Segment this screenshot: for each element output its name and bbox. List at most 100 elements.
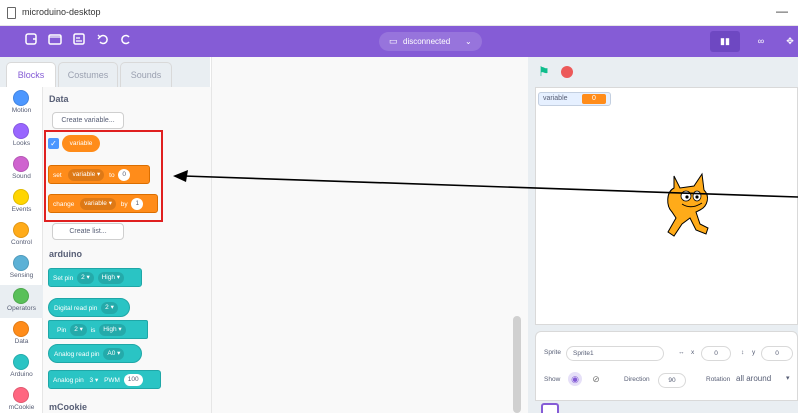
category-color-dot: [13, 255, 29, 271]
set-pin-dropdown[interactable]: 2 ▾: [77, 272, 94, 285]
category-sound[interactable]: Sound: [0, 153, 43, 186]
open-folder-icon[interactable]: [46, 32, 64, 50]
tab-sounds[interactable]: Sounds: [120, 62, 172, 87]
digital-read-label: Digital read pin: [54, 305, 98, 312]
cat-sprite[interactable]: [664, 172, 716, 238]
undo-icon[interactable]: [94, 32, 112, 50]
mcookie-section-title: mCookie: [49, 402, 88, 412]
pin-is-block[interactable]: Pin 2 ▾ is High ▾: [48, 320, 148, 339]
title-bar: microduino-desktop —: [0, 0, 798, 26]
data-section-title: Data: [49, 94, 69, 104]
create-list-button[interactable]: Create list...: [52, 223, 124, 240]
blocks-mode-button[interactable]: ▮▮: [710, 31, 740, 52]
direction-label: Direction: [624, 376, 650, 383]
green-flag-icon[interactable]: ⚑: [538, 64, 550, 80]
analog-pin-value-input[interactable]: 100: [123, 374, 143, 387]
script-area-scrollbar[interactable]: [513, 316, 521, 413]
device-icon: ▭: [389, 36, 398, 46]
y-input[interactable]: 0: [761, 346, 793, 361]
analog-pin-label: Analog pin: [53, 377, 84, 384]
category-mcookie[interactable]: mCookie: [0, 384, 43, 413]
pin-is-number: 2: [74, 326, 78, 334]
category-label: Motion: [11, 107, 32, 114]
category-label: Looks: [12, 140, 31, 147]
analog-read-label: Analog read pin: [54, 351, 100, 358]
analog-read-block[interactable]: Analog read pin A0 ▾: [48, 344, 142, 363]
create-variable-button[interactable]: Create variable...: [52, 112, 124, 129]
category-looks[interactable]: Looks: [0, 120, 43, 153]
script-area[interactable]: [211, 57, 528, 413]
category-sensing[interactable]: Sensing: [0, 252, 43, 285]
sprite-label: Sprite: [544, 349, 561, 356]
rotation-style-select[interactable]: all around: [736, 374, 771, 383]
arduino-mode-button[interactable]: ∞: [746, 31, 776, 52]
new-file-icon[interactable]: [22, 32, 40, 50]
extension-mode-button[interactable]: ✥: [782, 31, 798, 52]
category-color-dot: [13, 189, 29, 205]
x-arrows-icon: ↔: [678, 349, 685, 356]
category-label: Control: [11, 239, 32, 246]
category-color-dot: [13, 387, 29, 403]
category-menu: Motion Looks Sound Events Control Sensing Oper…: [0, 87, 43, 413]
pin-is-label: Pin: [57, 327, 67, 334]
digital-read-block[interactable]: Digital read pin 2 ▾: [48, 298, 130, 317]
sprite-list: [535, 401, 798, 413]
connection-dropdown[interactable]: ▭ disconnected ⌄: [379, 32, 482, 51]
variable-monitor-value: 0: [582, 94, 606, 104]
category-color-dot: [13, 123, 29, 139]
analog-pin-dropdown[interactable]: 3 ▾: [90, 377, 99, 384]
tab-blocks[interactable]: Blocks: [6, 62, 56, 87]
category-label: mCookie: [8, 404, 35, 411]
hide-eye-icon[interactable]: ⊘: [589, 372, 603, 386]
pin-is-state-dropdown[interactable]: High ▾: [99, 324, 126, 337]
sprite-thumbnail[interactable]: [541, 403, 559, 413]
set-pin-state-dropdown[interactable]: High ▾: [97, 272, 125, 285]
direction-input[interactable]: 90: [658, 373, 686, 388]
highlight-box: [44, 130, 163, 222]
category-label: Sound: [12, 173, 31, 180]
category-label: Events: [11, 206, 32, 213]
category-color-dot: [13, 222, 29, 238]
app-file-icon: [7, 7, 16, 19]
redo-icon[interactable]: [117, 32, 135, 50]
menu-bar: ▭ disconnected ⌄ ▮▮ ∞ ✥: [0, 26, 798, 57]
tab-costumes[interactable]: Costumes: [58, 62, 118, 87]
stage[interactable]: [535, 87, 798, 325]
category-color-dot: [13, 156, 29, 172]
digital-read-pin: 2: [105, 304, 109, 312]
x-label: x: [691, 349, 695, 356]
category-events[interactable]: Events: [0, 186, 43, 219]
set-pin-number: 2: [81, 274, 85, 282]
pin-is-word: is: [90, 327, 96, 334]
window-title: microduino-desktop: [22, 7, 101, 17]
set-pin-block[interactable]: Set pin 2 ▾ High ▾: [48, 268, 142, 287]
pin-is-dropdown[interactable]: 2 ▾: [70, 324, 87, 337]
category-label: Data: [14, 338, 29, 345]
rotation-chevron-icon: ▾: [786, 375, 790, 382]
digital-read-pin-dropdown[interactable]: 2 ▾: [101, 302, 118, 315]
show-visible-eye-icon[interactable]: ◉: [568, 372, 582, 386]
analog-read-pin: A0: [107, 350, 116, 358]
editor-tabs: Blocks Costumes Sounds: [0, 57, 210, 87]
category-data[interactable]: Data: [0, 318, 43, 351]
connection-status: disconnected: [403, 37, 451, 46]
variable-monitor: variable 0: [538, 92, 611, 106]
analog-pin-number: 3: [89, 377, 94, 384]
sprite-name-input[interactable]: Sprite1: [566, 346, 664, 361]
category-arduino[interactable]: Arduino: [0, 351, 43, 384]
analog-pin-pwm-block[interactable]: Analog pin 3 ▾ PWM 100: [48, 370, 161, 389]
category-control[interactable]: Control: [0, 219, 43, 252]
category-label: Sensing: [9, 272, 34, 279]
analog-read-pin-dropdown[interactable]: A0 ▾: [103, 348, 125, 361]
set-pin-state: High: [101, 274, 115, 282]
minimize-button[interactable]: —: [772, 3, 792, 21]
analog-pin-pwm-label: PWM: [104, 377, 120, 384]
category-operators[interactable]: Operators: [0, 285, 43, 318]
category-label: Operators: [7, 305, 36, 312]
category-motion[interactable]: Motion: [0, 87, 43, 120]
stop-icon[interactable]: [561, 66, 573, 78]
sprite-info-panel: Sprite Sprite1 ↔ x 0 ↕ y 0 Show ◉ ⊘ Dire…: [535, 331, 798, 401]
category-label: Arduino: [10, 371, 33, 378]
save-icon[interactable]: [70, 32, 88, 50]
x-input[interactable]: 0: [701, 346, 731, 361]
